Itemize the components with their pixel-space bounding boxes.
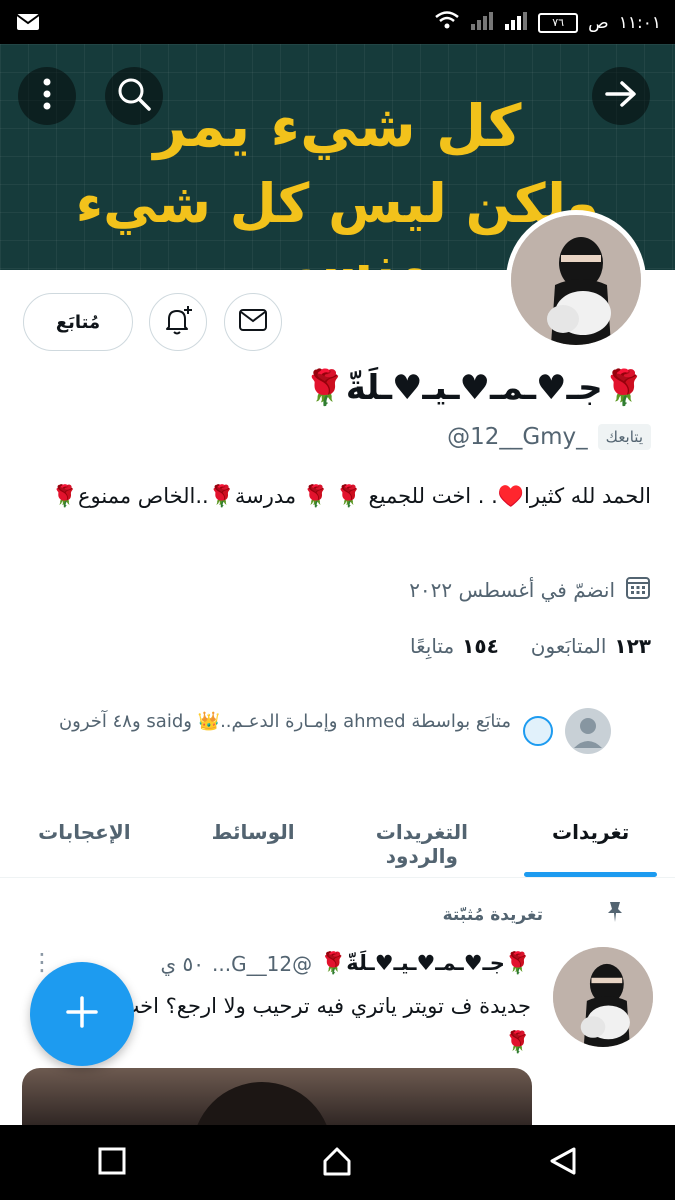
profile-tabs: تغريدات التغريدات والردود الوسائط الإعجا… [0,798,675,878]
follower-avatar [565,708,611,754]
message-button[interactable] [224,293,282,351]
home-icon [323,1147,351,1175]
home-button[interactable] [321,1145,353,1181]
back-nav-button[interactable] [548,1146,578,1180]
tweet-author-avatar[interactable] [553,947,653,1047]
calendar-icon [625,574,651,605]
search-icon [116,76,152,116]
arrow-right-icon [605,80,637,112]
signal-weak-icon [470,10,494,35]
following-count: ١٢٣ [614,634,651,658]
signal-icon [504,10,528,35]
tweet-header: 🌹جـ♥ـمـ♥ـيـ♥ـلَةّ🌹 @12__G... ٥٠ ي [161,951,531,976]
profile-display-name: 🌹جـ♥ـمـ♥ـيـ♥ـلَةّ🌹 [303,368,645,408]
profile-handle: @12__Gmy_ [447,424,588,450]
mail-notification-icon [16,12,40,36]
followed-by-row[interactable]: متابَع بواسطة ahmed وإمـارة الدعـم..👑 وs… [11,708,611,754]
status-indicators: ٧٦ ص ١١:٠١ [434,10,661,35]
followed-by-text: متابَع بواسطة ahmed وإمـارة الدعـم..👑 وs… [58,711,511,732]
tweet-author-name[interactable]: 🌹جـ♥ـمـ♥ـيـ♥ـلَةّ🌹 [320,951,531,976]
profile-bio: الحمد لله كثيرا♥️. . اخت للجميع 🌹 🌹 مدرس… [51,484,651,508]
following-link[interactable]: ١٢٣ المتابَعون [531,634,651,658]
tab-media[interactable]: الوسائط [169,798,338,877]
followers-label: متابِعًا [410,634,455,658]
search-button[interactable] [105,67,163,125]
banner-text-line1: كل شيء يمر [153,92,522,160]
tab-tweets-replies[interactable]: التغريدات والردود [338,798,507,877]
status-bar: ٧٦ ص ١١:٠١ [0,0,675,44]
more-options-button[interactable] [18,67,76,125]
followers-link[interactable]: ١٥٤ متابِعًا [410,634,499,658]
following-button[interactable]: مُتابَع [23,293,133,351]
back-button[interactable] [592,67,650,125]
handle-row: @12__Gmy_ يتابعك [447,424,651,450]
tab-tweets[interactable]: تغريدات [506,798,675,877]
bell-plus-icon [161,303,195,341]
recents-button[interactable] [97,1146,127,1180]
tweet-author-handle: @12__G... [212,951,313,976]
compose-tweet-button[interactable] [30,962,134,1066]
following-label: المتابَعون [530,634,607,658]
envelope-icon [238,308,268,336]
system-navigation-bar [0,1125,675,1200]
more-vertical-icon [43,78,51,114]
time-period: ص [588,12,609,33]
profile-avatar[interactable] [506,210,646,350]
joined-date: انضمّ في أغسطس ٢٠٢٢ [409,577,615,602]
avatar-image [511,215,641,345]
wifi-icon [434,10,460,35]
pin-icon [603,900,627,929]
square-icon [98,1147,126,1174]
followers-count: ١٥٤ [462,634,499,658]
tab-likes[interactable]: الإعجابات [0,798,169,877]
notifications-button[interactable] [149,293,207,351]
battery-indicator: ٧٦ [538,12,579,33]
pinned-tweet-label: تغريدة مُثبّتة [442,900,622,929]
tweet-avatar-image [553,947,653,1047]
follower-sticker-avatar [523,716,553,746]
status-time: ١١:٠١ [618,12,661,33]
triangle-back-icon [550,1147,576,1174]
follow-counts: ١٢٣ المتابَعون ١٥٤ متابِعًا [410,634,651,658]
tweet-media-image[interactable] [22,1068,532,1128]
plus-icon [64,994,100,1034]
tweet-time: ٥٠ ي [160,951,205,976]
joined-date-row: انضمّ في أغسطس ٢٠٢٢ [409,574,651,605]
follows-you-badge: يتابعك [597,424,651,450]
pinned-tweet-text: تغريدة مُثبّتة [442,904,543,925]
